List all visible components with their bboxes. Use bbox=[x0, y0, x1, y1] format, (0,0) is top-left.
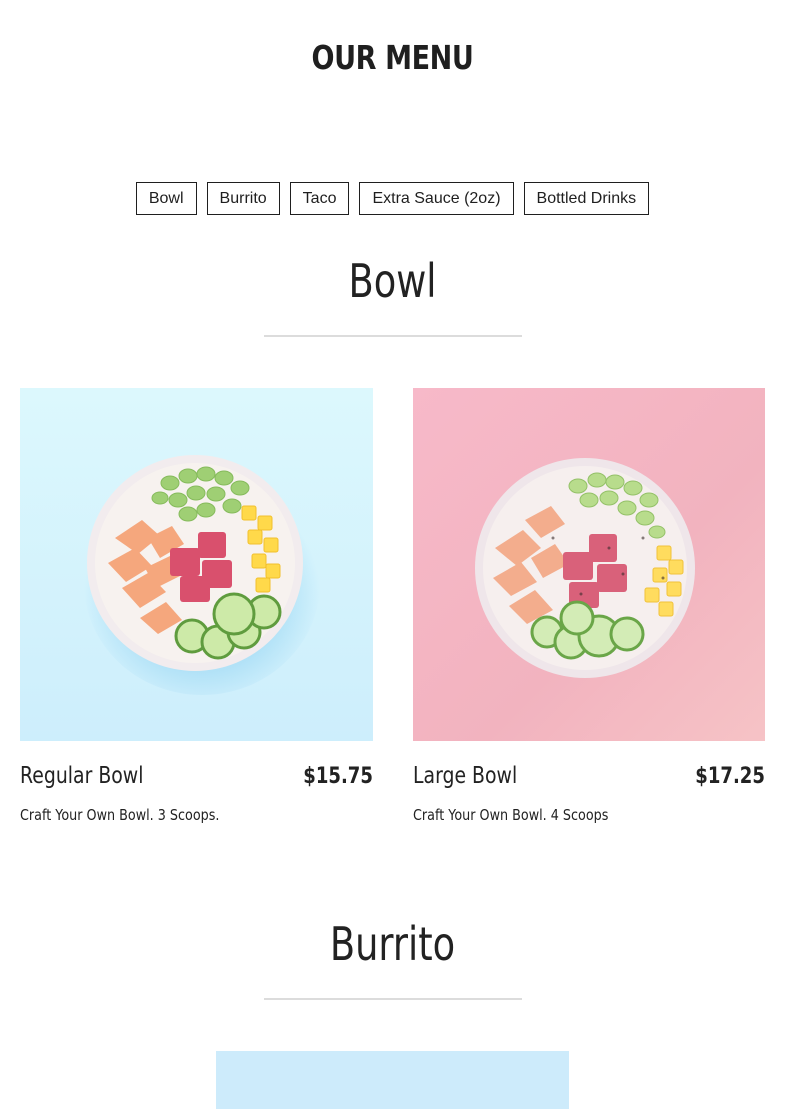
poke-bowl-image bbox=[84, 455, 320, 695]
poke-bowl-image bbox=[475, 458, 695, 678]
section-divider bbox=[264, 998, 522, 1000]
category-nav: Bowl Burrito Taco Extra Sauce (2oz) Bott… bbox=[0, 182, 785, 215]
menu-item-price: $15.75 bbox=[303, 764, 373, 789]
menu-item-image[interactable] bbox=[413, 388, 765, 741]
menu-item-card[interactable]: Regular Bowl $15.75 Craft Your Own Bowl.… bbox=[20, 388, 373, 824]
category-button-extra-sauce[interactable]: Extra Sauce (2oz) bbox=[359, 182, 514, 215]
menu-item-image[interactable] bbox=[20, 388, 373, 741]
section-divider bbox=[264, 335, 522, 337]
menu-item-image[interactable] bbox=[216, 1051, 569, 1109]
section-title-burrito: Burrito bbox=[329, 917, 456, 971]
page-title: OUR MENU bbox=[311, 38, 474, 77]
section-title-bowl: Bowl bbox=[348, 254, 437, 308]
category-button-bottled-drinks[interactable]: Bottled Drinks bbox=[523, 182, 650, 215]
menu-item-name: Large Bowl bbox=[413, 763, 518, 789]
menu-item-description: Craft Your Own Bowl. 4 Scoops bbox=[413, 806, 609, 824]
category-button-bowl[interactable]: Bowl bbox=[135, 182, 197, 215]
category-button-taco[interactable]: Taco bbox=[289, 182, 350, 215]
menu-item-card[interactable]: Large Bowl $17.25 Craft Your Own Bowl. 4… bbox=[413, 388, 765, 824]
menu-item-name: Regular Bowl bbox=[20, 763, 144, 789]
menu-item-description: Craft Your Own Bowl. 3 Scoops. bbox=[20, 806, 220, 824]
menu-item-price: $17.25 bbox=[695, 764, 765, 789]
category-button-burrito[interactable]: Burrito bbox=[206, 182, 280, 215]
